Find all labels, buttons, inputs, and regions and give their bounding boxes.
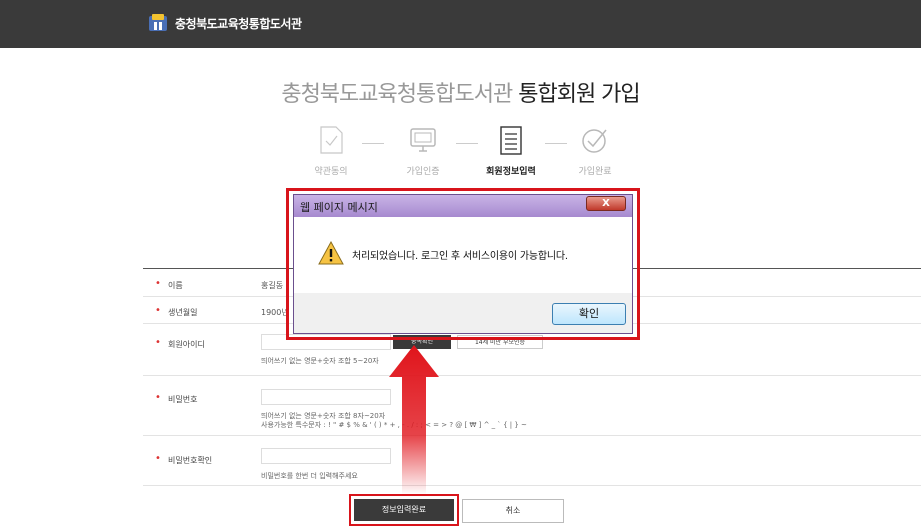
monitor-icon: [410, 128, 436, 152]
id-hint: 띄어쓰기 없는 영문+숫자 조합 5~20자: [261, 357, 379, 365]
password-label: 비밀번호: [168, 395, 198, 404]
form-row-password: • 비밀번호 띄어쓰기 없는 영문+숫자 조합 8자~20자 사용가능한 특수문…: [143, 376, 921, 436]
password-input[interactable]: [261, 389, 391, 405]
password-confirm-label: 비밀번호확인: [168, 456, 213, 465]
id-label: 회원아이디: [168, 340, 205, 349]
dialog-footer: 확인: [294, 293, 632, 333]
red-arrow-icon: [389, 345, 439, 495]
step-terms: 약관동의: [291, 124, 371, 177]
password-hint: 띄어쓰기 없는 영문+숫자 조합 8자~20자: [261, 412, 386, 420]
step-separator: [362, 143, 384, 144]
submit-info-button[interactable]: 정보입력완료: [354, 499, 454, 521]
step-label: 회원정보입력: [486, 167, 536, 177]
required-dot: •: [155, 337, 161, 348]
cancel-button[interactable]: 취소: [462, 499, 564, 523]
step-label: 가입인증: [406, 167, 440, 177]
step-indicator: 약관동의 가입인증 회원정보입력 가입완료: [0, 124, 921, 184]
step-auth: 가입인증: [383, 124, 463, 177]
document-check-icon: [320, 126, 343, 154]
dialog-close-button[interactable]: X: [586, 196, 626, 211]
warning-icon: [318, 241, 344, 265]
dialog-ok-button[interactable]: 확인: [552, 303, 626, 325]
submit-highlight-box: 정보입력완료: [349, 494, 459, 526]
password-confirm-input[interactable]: [261, 448, 391, 464]
birth-label: 생년월일: [168, 308, 198, 317]
top-bar: 충청북도교육청통합도서관: [0, 0, 921, 48]
dialog-highlight-box: 웹 페이지 메시지 X 처리되었습니다. 로그인 후 서비스이용이 가능합니다.…: [286, 188, 640, 340]
step-separator: [456, 143, 478, 144]
password-confirm-hint: 비밀번호를 한번 더 입력해주세요: [261, 472, 358, 480]
name-value: 홍길동: [261, 281, 284, 290]
page-title-library: 충청북도교육청통합도서관: [281, 82, 513, 107]
logo-text: 충청북도교육청통합도서관: [175, 16, 302, 31]
step-label: 가입완료: [578, 167, 612, 177]
name-label: 이름: [168, 281, 183, 290]
page-title: 충청북도교육청통합도서관 통합회원 가입: [0, 76, 921, 108]
circle-check-icon: [582, 129, 607, 153]
dialog-titlebar[interactable]: 웹 페이지 메시지 X: [294, 195, 632, 217]
step-complete: 가입완료: [555, 124, 635, 177]
page-title-join: 통합회원 가입: [518, 82, 640, 107]
dialog-title: 웹 페이지 메시지: [300, 201, 378, 214]
required-dot: •: [155, 392, 161, 403]
form-row-password-confirm: • 비밀번호확인 비밀번호를 한번 더 입력해주세요: [143, 436, 921, 486]
step-label: 약관동의: [314, 167, 348, 177]
form-list-icon: [500, 126, 522, 155]
step-separator: [545, 143, 567, 144]
web-page-message-dialog: 웹 페이지 메시지 X 처리되었습니다. 로그인 후 서비스이용이 가능합니다.…: [293, 194, 633, 334]
required-dot: •: [155, 305, 161, 316]
dialog-message: 처리되었습니다. 로그인 후 서비스이용이 가능합니다.: [352, 251, 568, 262]
site-logo[interactable]: 충청북도교육청통합도서관: [147, 12, 302, 34]
dialog-body: 처리되었습니다. 로그인 후 서비스이용이 가능합니다.: [294, 217, 632, 293]
library-logo-icon: [149, 14, 167, 31]
step-info: 회원정보입력: [471, 124, 551, 177]
required-dot: •: [155, 278, 161, 289]
birth-value: 1900년: [261, 308, 289, 317]
required-dot: •: [155, 453, 161, 464]
